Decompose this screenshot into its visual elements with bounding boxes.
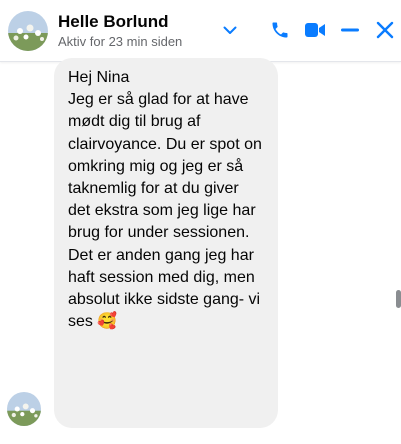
- phone-icon[interactable]: [264, 14, 296, 46]
- contact-name: Helle Borlund: [58, 12, 169, 31]
- chevron-down-icon[interactable]: [214, 14, 246, 46]
- close-icon[interactable]: [369, 14, 401, 46]
- scrollbar-thumb[interactable]: [396, 290, 401, 308]
- video-camera-icon[interactable]: [299, 14, 331, 46]
- minimize-icon[interactable]: [334, 14, 366, 46]
- contact-avatar[interactable]: [8, 11, 48, 51]
- contact-info[interactable]: Helle Borlund Aktiv for 23 min siden: [58, 11, 182, 50]
- contact-status: Aktiv for 23 min siden: [58, 34, 183, 49]
- message-text: Hej Nina Jeg er så glad for at have mødt…: [68, 69, 262, 331]
- sender-avatar[interactable]: [7, 392, 41, 426]
- chat-header: Helle Borlund Aktiv for 23 min siden: [0, 0, 401, 62]
